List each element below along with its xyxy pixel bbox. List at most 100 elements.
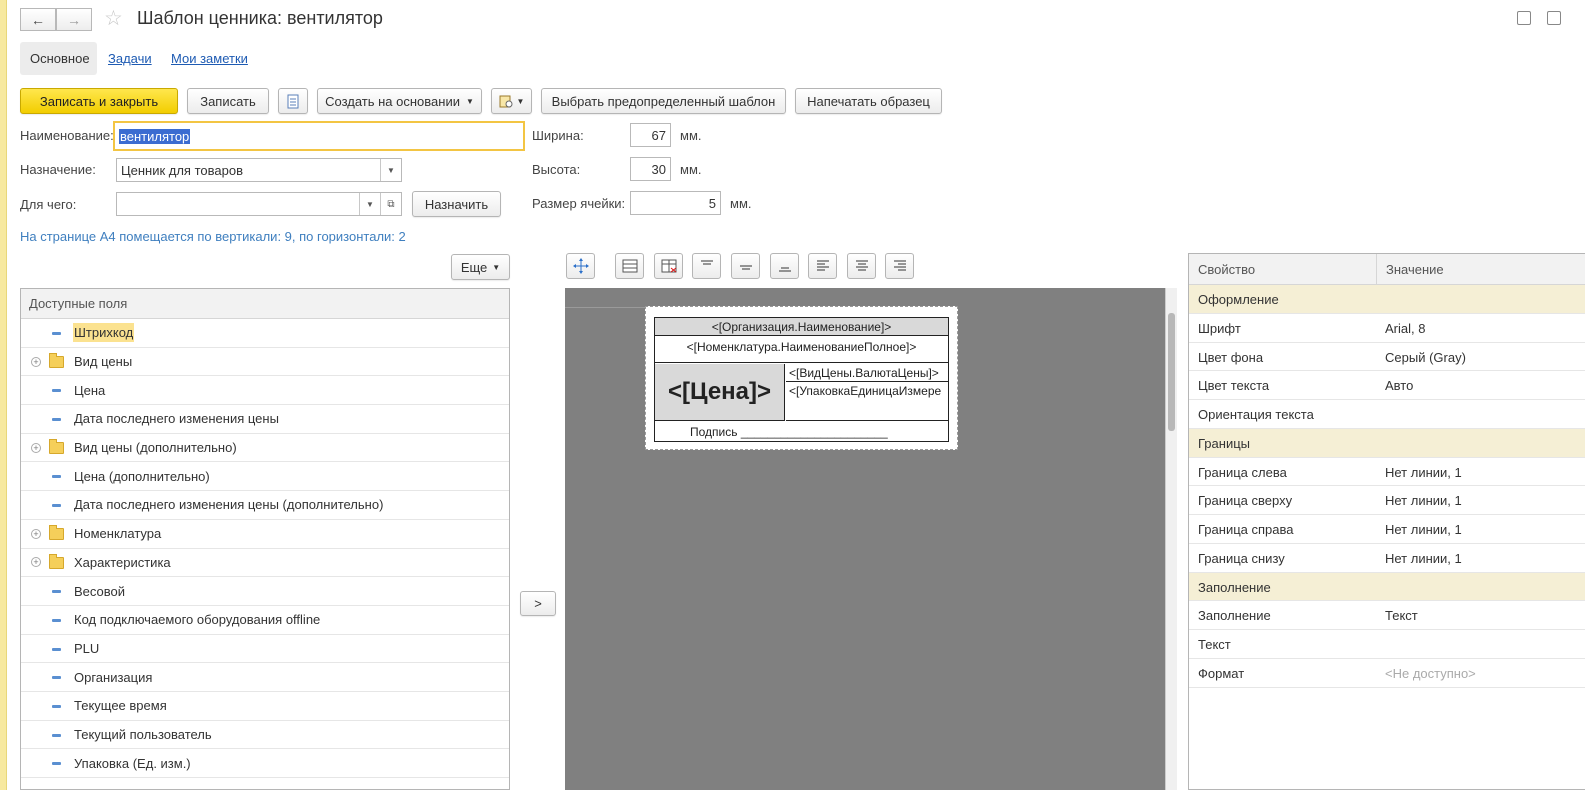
available-fields-tree[interactable]: Доступные поля Штрихкод + Вид цены Цена Дата… xyxy=(20,288,510,790)
property-group-row[interactable]: Заполнение xyxy=(1189,572,1585,602)
tab-tasks[interactable]: Задачи xyxy=(108,42,152,75)
tree-item[interactable]: Текущее время xyxy=(21,692,509,721)
tree-item[interactable]: Весовой xyxy=(21,577,509,606)
property-group-row[interactable]: Границы xyxy=(1189,428,1585,458)
scrollbar-thumb[interactable] xyxy=(1168,313,1175,431)
save-and-close-button[interactable]: Записать и закрыть xyxy=(20,88,178,114)
property-column-header[interactable]: Свойство xyxy=(1198,262,1255,277)
tree-item[interactable]: Организация xyxy=(21,663,509,692)
merge-cells-icon[interactable] xyxy=(615,253,644,279)
expand-icon[interactable]: + xyxy=(31,356,41,367)
chevron-down-icon[interactable]: ▼ xyxy=(380,159,401,181)
align-left-icon[interactable] xyxy=(808,253,837,279)
expand-icon[interactable]: + xyxy=(31,557,41,568)
expand-icon[interactable]: + xyxy=(31,442,41,453)
calculator-button[interactable] xyxy=(278,88,308,114)
favorite-star-icon[interactable]: ☆ xyxy=(104,6,123,31)
tree-item-label: Код подключаемого оборудования offline xyxy=(74,612,321,628)
tab-my-notes[interactable]: Мои заметки xyxy=(171,42,248,75)
tree-item[interactable]: Цена (дополнительно) xyxy=(21,462,509,492)
chevron-down-icon[interactable]: ▼ xyxy=(359,193,380,215)
property-value[interactable]: Серый (Gray) xyxy=(1385,350,1466,365)
price-tag-template[interactable]: <[Организация.Наименование]> <[Номенклат… xyxy=(645,306,958,450)
template-signature-cell[interactable]: Подпись ______________________ xyxy=(655,422,948,442)
value-column-header[interactable]: Значение xyxy=(1386,262,1444,277)
unmerge-cells-icon[interactable] xyxy=(654,253,683,279)
property-value[interactable]: Текст xyxy=(1385,608,1418,623)
forward-button[interactable]: → xyxy=(56,8,92,31)
property-group-row[interactable]: Оформление xyxy=(1189,285,1585,314)
tree-item[interactable]: + Номенклатура xyxy=(21,520,509,549)
print-icon[interactable] xyxy=(1547,11,1561,25)
property-row[interactable]: Граница справа Нет линии, 1 xyxy=(1189,515,1585,544)
arrow-right-icon: → xyxy=(67,11,81,28)
template-nomenclature-cell[interactable]: <[Номенклатура.НаименованиеПолное]> xyxy=(655,337,948,363)
property-row[interactable]: Формат <Не доступно> xyxy=(1189,659,1585,688)
expand-icon[interactable]: + xyxy=(31,528,41,539)
print-menu-button[interactable]: ▼ xyxy=(491,88,532,114)
align-middle-icon[interactable] xyxy=(731,253,760,279)
align-right-icon[interactable] xyxy=(885,253,914,279)
property-row[interactable]: Ориентация текста xyxy=(1189,400,1585,429)
property-value[interactable]: <Не доступно> xyxy=(1385,666,1476,681)
property-row[interactable]: Текст xyxy=(1189,630,1585,659)
for-input[interactable]: ▼ ⧉ xyxy=(116,192,402,216)
add-field-button[interactable]: > xyxy=(520,591,556,616)
tree-item-label: Текущий пользователь xyxy=(74,726,212,742)
property-row[interactable]: Цвет текста Авто xyxy=(1189,371,1585,400)
template-currency-cell[interactable]: <[ВидЦены.ВалютаЦены]> xyxy=(786,364,948,382)
property-value[interactable]: Нет линии, 1 xyxy=(1385,493,1462,508)
print-sample-button[interactable]: Напечатать образец xyxy=(795,88,942,114)
move-icon[interactable] xyxy=(566,253,595,279)
tab-main[interactable]: Основное xyxy=(20,42,97,75)
tree-item[interactable]: + Характеристика xyxy=(21,549,509,578)
property-value[interactable]: Arial, 8 xyxy=(1385,321,1425,336)
choose-template-button[interactable]: Выбрать предопределенный шаблон xyxy=(541,88,786,114)
tree-item[interactable]: Цена xyxy=(21,376,509,406)
more-button[interactable]: Еще ▼ xyxy=(451,254,510,280)
align-center-icon[interactable] xyxy=(847,253,876,279)
align-top-icon[interactable] xyxy=(692,253,721,279)
tree-item[interactable]: Штрихкод xyxy=(21,319,509,348)
template-unit-cell[interactable]: <[УпаковкаЕдиницаИзмере xyxy=(786,383,948,421)
properties-header: Свойство Значение xyxy=(1189,254,1585,285)
property-row[interactable]: Граница снизу Нет линии, 1 xyxy=(1189,544,1585,573)
price-tag-grid[interactable]: <[Организация.Наименование]> <[Номенклат… xyxy=(654,317,949,442)
tree-item-label: Цена xyxy=(74,382,106,398)
tree-item[interactable]: + Вид цены xyxy=(21,348,509,377)
column-separator[interactable] xyxy=(1376,254,1377,285)
property-row[interactable]: Заполнение Текст xyxy=(1189,601,1585,630)
template-price-cell[interactable]: <[Цена]> xyxy=(655,364,785,421)
cell-size-input[interactable]: 5 xyxy=(630,191,721,215)
tree-item[interactable]: Текущий пользователь xyxy=(21,721,509,750)
tree-item[interactable]: Упаковка (Ед. изм.) xyxy=(21,749,509,778)
tree-item[interactable]: + Вид цены (дополнительно) xyxy=(21,434,509,463)
width-input[interactable]: 67 xyxy=(630,123,671,147)
name-input[interactable]: вентилятор xyxy=(113,121,525,151)
template-org-cell[interactable]: <[Организация.Наименование]> xyxy=(655,318,948,336)
property-value[interactable]: Нет линии, 1 xyxy=(1385,465,1462,480)
properties-grid[interactable]: Свойство Значение Оформление Шрифт Arial, … xyxy=(1188,253,1585,790)
property-value[interactable]: Нет линии, 1 xyxy=(1385,522,1462,537)
back-button[interactable]: ← xyxy=(20,8,56,31)
height-input[interactable]: 30 xyxy=(630,157,671,181)
property-row[interactable]: Шрифт Arial, 8 xyxy=(1189,314,1585,343)
purpose-select[interactable]: Ценник для товаров ▼ xyxy=(116,158,402,182)
property-value[interactable]: Нет линии, 1 xyxy=(1385,551,1462,566)
property-row[interactable]: Граница слева Нет линии, 1 xyxy=(1189,458,1585,487)
tree-item[interactable]: PLU xyxy=(21,635,509,664)
assign-button[interactable]: Назначить xyxy=(412,191,501,217)
align-bottom-icon[interactable] xyxy=(770,253,799,279)
property-row[interactable]: Граница сверху Нет линии, 1 xyxy=(1189,486,1585,515)
left-side-strip xyxy=(0,0,7,790)
open-icon[interactable]: ⧉ xyxy=(380,193,401,215)
canvas-scrollbar[interactable] xyxy=(1165,288,1177,790)
save-icon[interactable] xyxy=(1517,11,1531,25)
tree-item[interactable]: Дата последнего изменения цены (дополнит… xyxy=(21,491,509,520)
tree-item[interactable]: Дата последнего изменения цены xyxy=(21,405,509,434)
save-button[interactable]: Записать xyxy=(187,88,269,114)
property-value[interactable]: Авто xyxy=(1385,378,1413,393)
property-row[interactable]: Цвет фона Серый (Gray) xyxy=(1189,343,1585,372)
tree-item[interactable]: Код подключаемого оборудования offline xyxy=(21,606,509,635)
create-based-on-button[interactable]: Создать на основании ▼ xyxy=(317,88,482,114)
